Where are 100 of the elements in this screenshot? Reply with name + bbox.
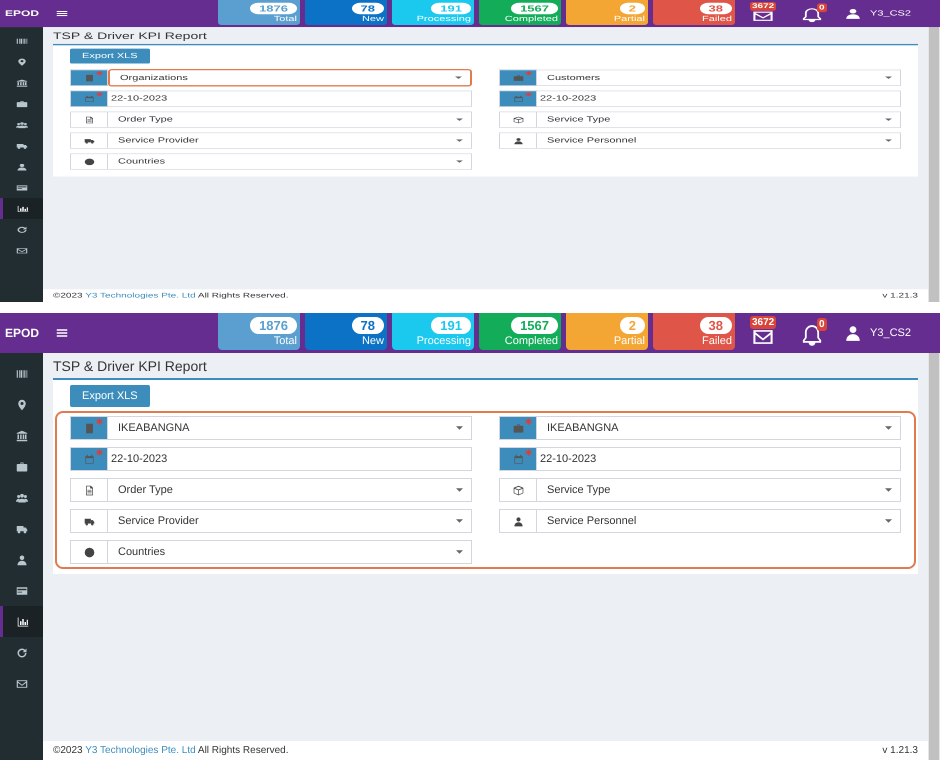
dropdown-field[interactable]: Countries (108, 540, 472, 564)
status-count: 38 (700, 317, 732, 334)
map-pin-icon (16, 398, 28, 410)
calendar-icon (84, 95, 94, 103)
caret-icon (885, 139, 892, 142)
app-logo[interactable]: EPOD (0, 7, 43, 20)
envelope-icon (16, 678, 28, 690)
caret-icon (456, 139, 463, 142)
calendar-icon (84, 454, 94, 465)
sidebar-item[interactable] (0, 606, 43, 637)
page-title: TSP & Driver KPI Report (53, 357, 208, 376)
caret-icon (456, 550, 463, 554)
scrollbar[interactable] (928, 353, 940, 760)
status-count: 38 (700, 2, 732, 14)
sidebar-item[interactable] (0, 198, 43, 220)
scrollbar[interactable] (928, 27, 940, 302)
caret-icon (456, 426, 463, 430)
caret-icon (455, 76, 462, 80)
refresh-icon (16, 225, 28, 234)
briefcase-icon (512, 74, 524, 82)
required-mark-icon (96, 92, 103, 97)
caret-icon (885, 519, 892, 524)
copyright-text: ©2023 Y3 Technologies Pte. Ltd All Rights Reserved. (53, 744, 288, 758)
bar-chart-icon (17, 204, 29, 213)
status-label: Completed (504, 334, 558, 348)
caret-icon (456, 519, 463, 524)
card-icon (16, 184, 28, 192)
user-icon (16, 554, 28, 566)
user-icon (512, 137, 524, 144)
bank-icon (16, 78, 28, 87)
users-icon (16, 120, 28, 129)
status-count: 2 (620, 317, 645, 334)
status-label: Failed (702, 334, 732, 348)
status-label: Partial (614, 334, 645, 348)
status-count: 1876 (250, 2, 297, 14)
envelope-icon[interactable] (752, 8, 774, 24)
dropdown-field[interactable]: Service Type (537, 478, 901, 502)
badge-count: 0 (817, 318, 827, 331)
required-mark-icon (525, 92, 532, 97)
barcode-icon (16, 36, 28, 45)
caret-icon (885, 488, 892, 492)
caret-icon (885, 76, 892, 80)
dropdown-field[interactable]: Service Personnel (537, 509, 901, 534)
cube-icon (512, 116, 524, 124)
caret-icon (885, 118, 892, 122)
cube-icon (512, 484, 524, 496)
briefcase-icon (16, 100, 28, 108)
status-count: 191 (431, 2, 471, 14)
truck-icon (84, 137, 94, 144)
export-button[interactable]: Export XLS (70, 385, 150, 408)
status-label: New (362, 334, 384, 348)
status-tile[interactable]: 78 New (305, 313, 387, 350)
status-count: 1876 (250, 317, 297, 334)
bar-chart-icon (17, 616, 29, 628)
caret-icon (885, 426, 892, 430)
refresh-icon (16, 646, 28, 658)
dropdown-field[interactable]: Order Type (108, 478, 472, 502)
required-mark-icon (96, 418, 103, 426)
status-count: 191 (431, 317, 471, 334)
menu-icon[interactable] (56, 327, 68, 339)
company-link[interactable]: Y3 Technologies Pte. Ltd (85, 745, 196, 756)
map-pin-icon (16, 58, 28, 66)
page-title: TSP & Driver KPI Report (53, 29, 208, 44)
date-field[interactable]: 22-10-2023 (537, 447, 901, 472)
user-icon (512, 516, 524, 527)
required-mark-icon (525, 449, 532, 456)
calendar-icon (512, 95, 524, 103)
calendar-icon (512, 454, 524, 465)
date-field[interactable]: 22-10-2023 (108, 447, 472, 472)
users-icon (16, 492, 28, 504)
user-name[interactable]: Y3_CS2 (870, 324, 911, 342)
truck-icon (16, 142, 28, 150)
bank-icon (16, 430, 28, 442)
dropdown-field[interactable]: IKEABANGNA (108, 416, 472, 440)
required-mark-icon (96, 449, 103, 456)
caret-icon (456, 160, 463, 164)
briefcase-icon (16, 460, 28, 472)
required-mark-icon (525, 418, 532, 426)
dropdown-field[interactable]: Service Provider (108, 509, 472, 534)
caret-icon (456, 118, 463, 122)
user-icon (16, 162, 28, 171)
status-label: Processing (416, 334, 471, 348)
badge-count: 3672 (750, 316, 776, 329)
card-icon (16, 584, 28, 596)
status-count: 1567 (511, 2, 558, 14)
barcode-icon (16, 368, 28, 380)
menu-icon[interactable] (56, 9, 68, 18)
dropdown-field[interactable]: IKEABANGNA (537, 416, 901, 440)
required-mark-icon (525, 71, 532, 76)
briefcase-icon (512, 422, 524, 434)
user-icon[interactable] (844, 7, 862, 20)
version-label: v 1.21.3 (882, 744, 918, 758)
document-icon (84, 484, 94, 496)
user-icon[interactable] (844, 324, 862, 342)
status-tile[interactable]: 38 Failed (653, 313, 735, 350)
status-count: 1567 (511, 317, 558, 334)
required-mark-icon (96, 71, 103, 76)
status-count: 2 (620, 2, 645, 14)
status-label: Total (274, 334, 297, 348)
app-logo[interactable]: EPOD (0, 324, 43, 342)
